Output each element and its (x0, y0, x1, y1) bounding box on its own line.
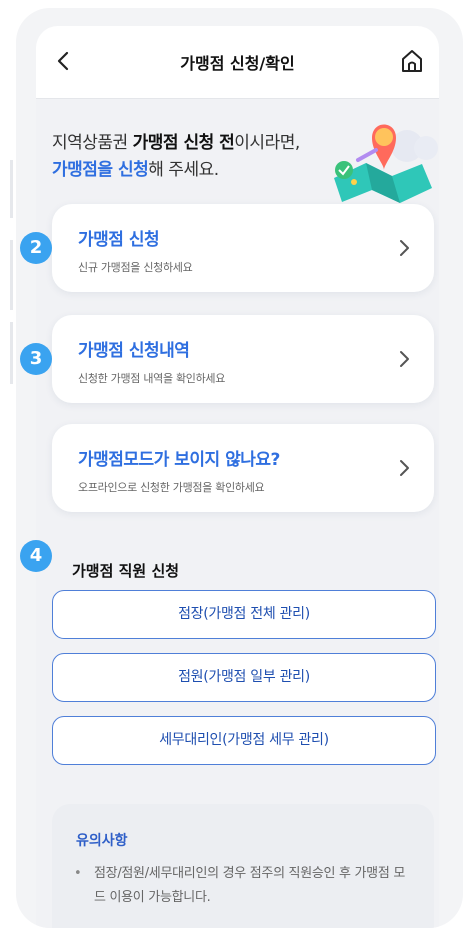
intro-text: 지역상품권 가맹점 신청 전이시라면, 가맹점을 신청해 주세요. (52, 130, 300, 184)
phone-frame: 가맹점 신청/확인 지역상품권 가맹점 신청 전이시라면, 가맹점을 신청해 주… (16, 8, 463, 928)
staff-section-title: 가맹점 직원 신청 (72, 562, 180, 580)
map-pin-illustration (334, 124, 438, 203)
intro-line1-c: 이시라면, (234, 133, 300, 153)
notice-item: • 점장/점원/세무대리인의 경우 점주의 직원승인 후 가맹점 모드 이용이 … (74, 862, 416, 910)
notice-text: 점장/점원/세무대리인의 경우 점주의 직원승인 후 가맹점 모드 이용이 가능… (94, 866, 405, 905)
card-subtitle: 신규 가맹점을 신청하세요 (78, 261, 193, 274)
intro-line2-b: 해 주세요. (148, 160, 219, 180)
card-title: 가맹점 신청 (78, 230, 160, 250)
manager-apply-button[interactable]: 점장(가맹점 전체 관리) (52, 590, 436, 639)
chevron-right-icon (400, 240, 409, 256)
apply-store-card[interactable]: 가맹점 신청 신규 가맹점을 신청하세요 (52, 204, 434, 292)
store-mode-missing-card[interactable]: 가맹점모드가 보이지 않나요? 오프라인으로 신청한 가맹점을 확인하세요 (52, 424, 434, 512)
top-app-bar: 가맹점 신청/확인 (36, 26, 439, 99)
intro-line1-b: 가맹점 신청 전 (132, 133, 235, 153)
side-marker (10, 322, 13, 384)
card-subtitle: 오프라인으로 신청한 가맹점을 확인하세요 (78, 481, 265, 494)
side-marker (10, 160, 13, 218)
home-icon (402, 50, 422, 72)
card-subtitle: 신청한 가맹점 내역을 확인하세요 (78, 372, 226, 385)
clerk-apply-button[interactable]: 점원(가맹점 일부 관리) (52, 653, 436, 702)
card-title: 가맹점모드가 보이지 않나요? (78, 450, 280, 470)
page-title: 가맹점 신청/확인 (180, 54, 295, 73)
chevron-right-icon (400, 351, 409, 367)
bullet-marker: • (74, 866, 82, 881)
step-badge: 2 (20, 232, 52, 264)
screen: 가맹점 신청/확인 지역상품권 가맹점 신청 전이시라면, 가맹점을 신청해 주… (36, 26, 439, 928)
tax-agent-apply-button[interactable]: 세무대리인(가맹점 세무 관리) (52, 716, 436, 765)
step-badge: 3 (20, 343, 52, 375)
intro-line2-a: 가맹점을 신청 (52, 160, 149, 180)
application-history-card[interactable]: 가맹점 신청내역 신청한 가맹점 내역을 확인하세요 (52, 315, 434, 403)
card-title: 가맹점 신청내역 (78, 341, 190, 361)
side-marker (10, 240, 13, 310)
home-button[interactable] (397, 46, 427, 76)
chevron-right-icon (400, 460, 409, 476)
notice-title: 유의사항 (76, 833, 128, 849)
notice-box: 유의사항 • 점장/점원/세무대리인의 경우 점주의 직원승인 후 가맹점 모드… (52, 804, 434, 928)
intro-line1-a: 지역상품권 (52, 133, 133, 153)
step-badge: 4 (20, 540, 52, 572)
